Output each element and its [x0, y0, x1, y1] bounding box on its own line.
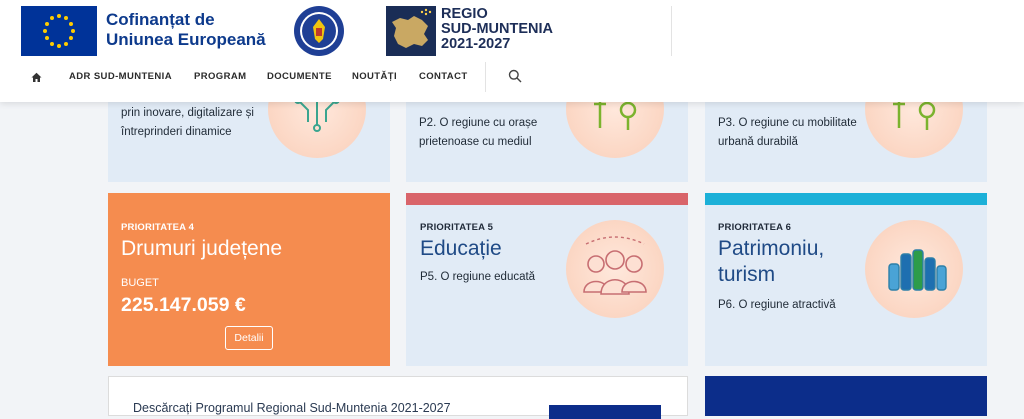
- regio-text-line2: SUD-MUNTENIA: [441, 21, 553, 37]
- card5-title: Educație: [420, 237, 502, 260]
- priority-card-4[interactable]: PRIORITATEA 4 Drumuri județene BUGET 225…: [108, 193, 390, 366]
- nav-item-program[interactable]: PROGRAM: [194, 71, 246, 82]
- search-icon[interactable]: [508, 69, 522, 88]
- priority-card-5[interactable]: PRIORITATEA 5 Educație P5. O regiune edu…: [406, 193, 688, 366]
- site-header: Cofinanțat de Uniunea Europeană REGIO SU…: [0, 0, 1024, 102]
- program-download-text: Descărcați Programul Regional Sud-Munten…: [133, 401, 451, 415]
- nav-item-noutati[interactable]: NOUTĂȚI: [352, 71, 397, 82]
- details-button[interactable]: Detalii: [225, 326, 273, 350]
- card5-desc: P5. O regiune educată: [420, 271, 536, 283]
- eu-text-line2: Uniunea Europeană: [106, 30, 266, 49]
- card6-desc: P6. O regiune atractivă: [718, 299, 836, 311]
- card6-title: Patrimoniu, turism: [718, 236, 824, 288]
- card3-desc-line1: P3. O regiune cu mobilitate: [718, 117, 857, 129]
- nav-item-contact[interactable]: CONTACT: [419, 71, 468, 82]
- regio-logo-square[interactable]: [386, 6, 436, 56]
- eu-cofinance-text: Cofinanțat de Uniunea Europeană: [106, 10, 266, 50]
- header-divider: [671, 6, 672, 56]
- card1-desc-line2: întreprinderi dinamice: [121, 126, 232, 138]
- nav-item-adr[interactable]: ADR SUD-MUNTENIA: [69, 71, 172, 82]
- priority-card-6[interactable]: PRIORITATEA 6 Patrimoniu, turism P6. O r…: [705, 193, 987, 366]
- card1-desc-line1: prin inovare, digitalizare și: [121, 107, 254, 119]
- people-education-icon: [566, 220, 664, 318]
- home-icon[interactable]: [31, 70, 42, 88]
- card2-desc: P2. O regiune cu orașe prietenoase cu me…: [419, 114, 537, 152]
- romanian-government-logo[interactable]: [293, 5, 345, 57]
- nav-divider: [485, 62, 486, 92]
- card1-desc: prin inovare, digitalizare și întreprind…: [121, 104, 254, 142]
- card3-desc: P3. O regiune cu mobilitate urbană durab…: [718, 114, 857, 152]
- card4-title: Drumuri județene: [121, 237, 283, 260]
- card2-desc-line2: prietenoase cu mediul: [419, 136, 532, 148]
- regio-title: REGIO SUD-MUNTENIA 2021-2027: [441, 7, 553, 52]
- nav-item-documente[interactable]: DOCUMENTE: [267, 71, 332, 82]
- card6-label: PRIORITATEA 6: [718, 222, 792, 233]
- eu-text-line1: Cofinanțat de: [106, 10, 215, 29]
- eu-flag-logo[interactable]: [21, 6, 97, 56]
- card4-budget-label: BUGET: [121, 277, 159, 289]
- navy-promo-card[interactable]: [705, 376, 987, 416]
- card6-stripe: [705, 193, 987, 205]
- card5-stripe: [406, 193, 688, 205]
- card2-desc-line1: P2. O regiune cu orașe: [419, 117, 538, 129]
- regio-text-line1: REGIO: [441, 6, 488, 22]
- card4-label: PRIORITATEA 4: [121, 222, 195, 233]
- program-download-thumbnail[interactable]: [549, 405, 661, 419]
- raised-hands-icon: [865, 220, 963, 318]
- regio-text-line3: 2021-2027: [441, 36, 511, 52]
- card6-title-line2: turism: [718, 263, 776, 286]
- card5-label: PRIORITATEA 5: [420, 222, 494, 233]
- main-navigation: ADR SUD-MUNTENIA PROGRAM DOCUMENTE NOUTĂ…: [0, 62, 1024, 92]
- card4-budget-value: 225.147.059 €: [121, 294, 246, 316]
- card3-desc-line2: urbană durabilă: [718, 136, 798, 148]
- program-download-card[interactable]: Descărcați Programul Regional Sud-Munten…: [108, 376, 688, 419]
- card6-title-line1: Patrimoniu,: [718, 237, 825, 260]
